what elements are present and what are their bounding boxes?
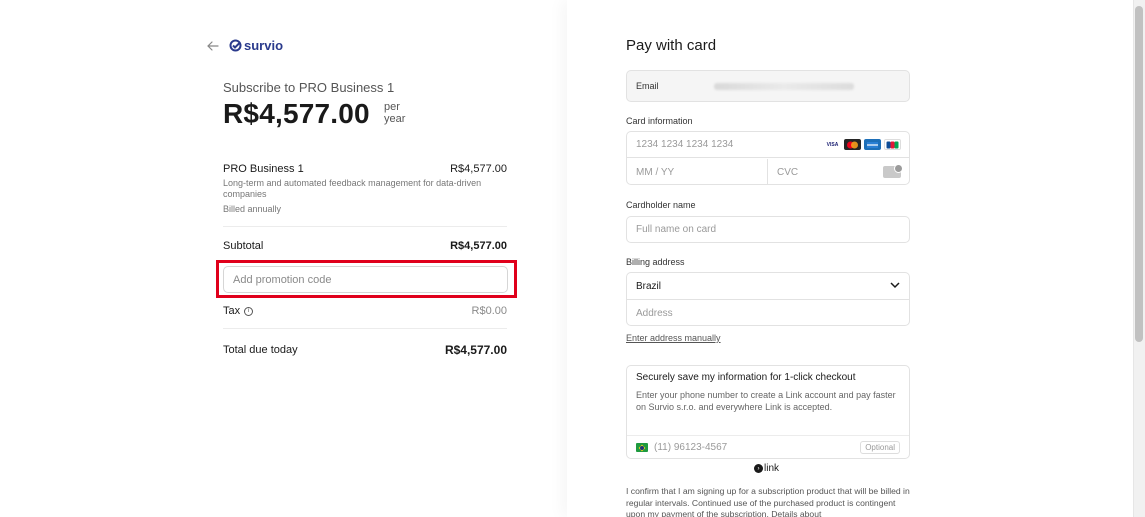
link-save-description: Enter your phone number to create a Link… [636,390,896,412]
survio-logo[interactable]: survio [229,38,283,53]
scrollbar-thumb[interactable] [1135,6,1143,342]
amex-icon [864,139,881,150]
card-brands: VISA [824,139,901,150]
brand-name: survio [244,38,284,53]
total-value: R$4,577.00 [444,343,507,357]
card-information-group: 1234 1234 1234 1234 VISA MM / YY CVC [626,131,910,185]
link-save-info-box: Securely save my information for 1-click… [626,365,910,459]
cvc-placeholder: CVC [777,166,799,178]
page-scrollbar[interactable] [1133,0,1145,517]
info-icon[interactable]: i [244,306,254,316]
survio-check-icon [229,39,242,52]
pay-with-card-title: Pay with card [626,37,717,54]
back-arrow-icon[interactable] [207,39,221,53]
cvc-input[interactable]: CVC [768,159,909,185]
cardholder-name-label: Cardholder name [626,200,696,210]
card-information-label: Card information [626,116,693,126]
address-input[interactable]: Address [627,301,909,326]
phone-input[interactable]: (11) 96123-4567 Optional [627,435,909,459]
email-value-redacted [714,82,854,90]
plan-price: R$4,577.00 [223,98,370,129]
optional-badge: Optional [860,441,900,454]
subscribe-title: Subscribe to PRO Business 1 [223,80,395,95]
jcb-icon [884,139,901,150]
line-item-billing: Billed annually [223,204,282,214]
divider [223,226,507,227]
tax-label-text: Tax [223,305,241,317]
expiry-input[interactable]: MM / YY [627,159,768,185]
brazil-flag-icon [636,443,648,452]
line-item-description: Long-term and automated feedback managem… [223,178,482,199]
promotion-code-input[interactable]: Add promotion code [223,266,508,293]
link-save-title: Securely save my information for 1-click… [636,372,856,383]
card-number-placeholder: 1234 1234 1234 1234 [636,139,734,150]
header: survio [207,38,283,53]
visa-icon: VISA [824,139,841,150]
mastercard-icon [844,139,861,150]
chevron-down-icon [890,282,900,289]
promotion-code-placeholder: Add promotion code [233,273,332,286]
tax-value: R$0.00 [471,305,507,317]
phone-placeholder: (11) 96123-4567 [654,442,728,453]
link-logo: › link [754,463,779,474]
cardholder-name-input[interactable]: Full name on card [626,216,910,243]
total-label: Total due today [223,344,298,356]
billing-address-label: Billing address [626,257,685,267]
subscription-confirm-text: I confirm that I am signing up for a sub… [626,486,910,517]
country-value: Brazil [636,280,662,292]
period-per: per [384,101,400,113]
email-label: Email [636,81,659,91]
subtotal-value: R$4,577.00 [450,240,507,252]
expiry-placeholder: MM / YY [636,166,675,178]
billing-address-group: Brazil Address [626,272,910,326]
divider [223,328,507,329]
order-summary-panel: survio Subscribe to PRO Business 1 R$4,5… [0,0,567,517]
billing-period: per year [384,101,405,125]
email-field[interactable]: Email [626,70,910,102]
country-select[interactable]: Brazil [627,273,909,300]
enter-address-manually-link[interactable]: Enter address manually [626,333,721,343]
line-item-price: R$4,577.00 [450,163,507,175]
subtotal-label: Subtotal [223,240,264,252]
line-item-name: PRO Business 1 [223,163,304,175]
period-year: year [384,113,406,125]
cvc-card-icon [883,164,903,178]
cardholder-name-placeholder: Full name on card [636,224,717,235]
link-brand-text: link [764,463,780,474]
tax-label: Tax i [223,305,254,317]
address-placeholder: Address [636,308,673,319]
link-arrow-icon: › [754,464,763,473]
